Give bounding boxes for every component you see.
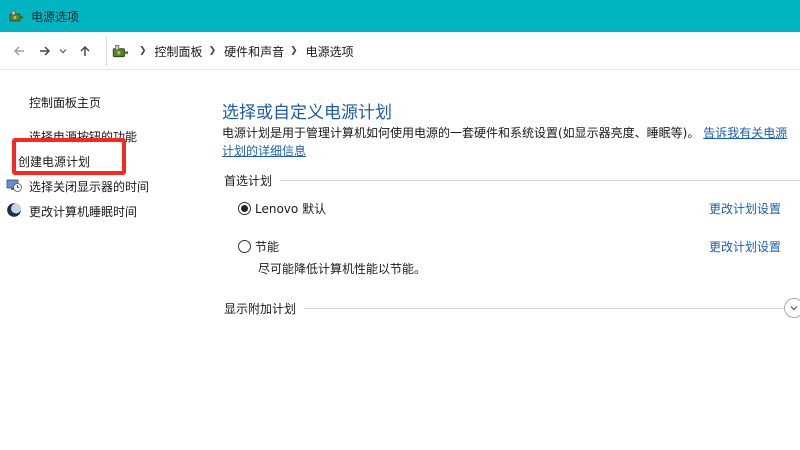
breadcrumb-power-options[interactable]: 电源选项 [306,43,354,60]
chevron-right-icon[interactable]: ❯ [139,46,147,56]
page-description: 电源计划是用于管理计算机如何使用电源的一套硬件和系统设置(如显示器亮度、睡眠等)… [222,124,797,160]
description-text: 电源计划是用于管理计算机如何使用电源的一套硬件和系统设置(如显示器亮度、睡眠等)… [222,126,700,140]
additional-plans-label[interactable]: 显示附加计划 [224,300,296,317]
power-options-icon [8,8,24,24]
chevron-down-circle-icon[interactable] [784,298,800,318]
chevron-right-icon[interactable]: ❯ [290,46,298,56]
preferred-plans-section: 首选计划 [224,170,800,190]
page-title: 选择或自定义电源计划 [222,103,392,123]
preferred-plans-label: 首选计划 [224,173,273,188]
navigation-bar: ❯ 控制面板 ❯ 硬件和声音 ❯ 电源选项 [0,32,800,70]
section-divider [280,179,800,181]
monitor-clock-icon [6,177,22,193]
sidebar-item-sleep-time[interactable]: 更改计算机睡眠时间 [29,203,137,220]
change-plan-settings-link-1[interactable]: 更改计划设置 [709,200,781,217]
radio-lenovo-default[interactable] [238,202,251,215]
window-title: 电源选项 [31,9,80,24]
change-plan-settings-link-2[interactable]: 更改计划设置 [709,238,781,255]
chevron-down-icon[interactable] [56,40,70,62]
main-content: 选择或自定义电源计划 电源计划是用于管理计算机如何使用电源的一套硬件和系统设置(… [222,70,800,450]
up-arrow-icon[interactable] [74,40,96,62]
forward-arrow-icon[interactable] [34,40,56,62]
radio-power-saver[interactable] [238,240,251,253]
address-bar[interactable]: ❯ 控制面板 ❯ 硬件和声音 ❯ 电源选项 [106,36,800,66]
section-divider [304,307,800,309]
moon-icon [6,202,22,218]
title-bar: 电源选项 [0,0,800,32]
sidebar-item-create-power-plan[interactable]: 创建电源计划 [18,153,90,170]
sidebar-item-control-panel-home[interactable]: 控制面板主页 [29,94,101,111]
chevron-right-icon[interactable]: ❯ [209,46,217,56]
breadcrumb-control-panel[interactable]: 控制面板 [155,43,203,60]
plan-name-lenovo-default[interactable]: Lenovo 默认 [255,200,326,217]
plan-name-power-saver[interactable]: 节能 [255,238,279,255]
plan-power-saver[interactable]: 节能 [238,238,279,255]
breadcrumb-hardware-sound[interactable]: 硬件和声音 [224,43,284,60]
back-arrow-icon[interactable] [8,40,30,62]
plan-description-power-saver: 尽可能降低计算机性能以节能。 [258,262,427,276]
sidebar-item-display-off-time[interactable]: 选择关闭显示器的时间 [29,178,149,195]
plan-lenovo-default[interactable]: Lenovo 默认 [238,200,326,217]
power-options-icon [111,42,129,60]
sidebar: 控制面板主页 选择电源按钮的功能 创建电源计划 选择关闭显示器的时间 更改计算机… [0,70,210,450]
additional-plans-section[interactable]: 显示附加计划 [224,298,800,318]
